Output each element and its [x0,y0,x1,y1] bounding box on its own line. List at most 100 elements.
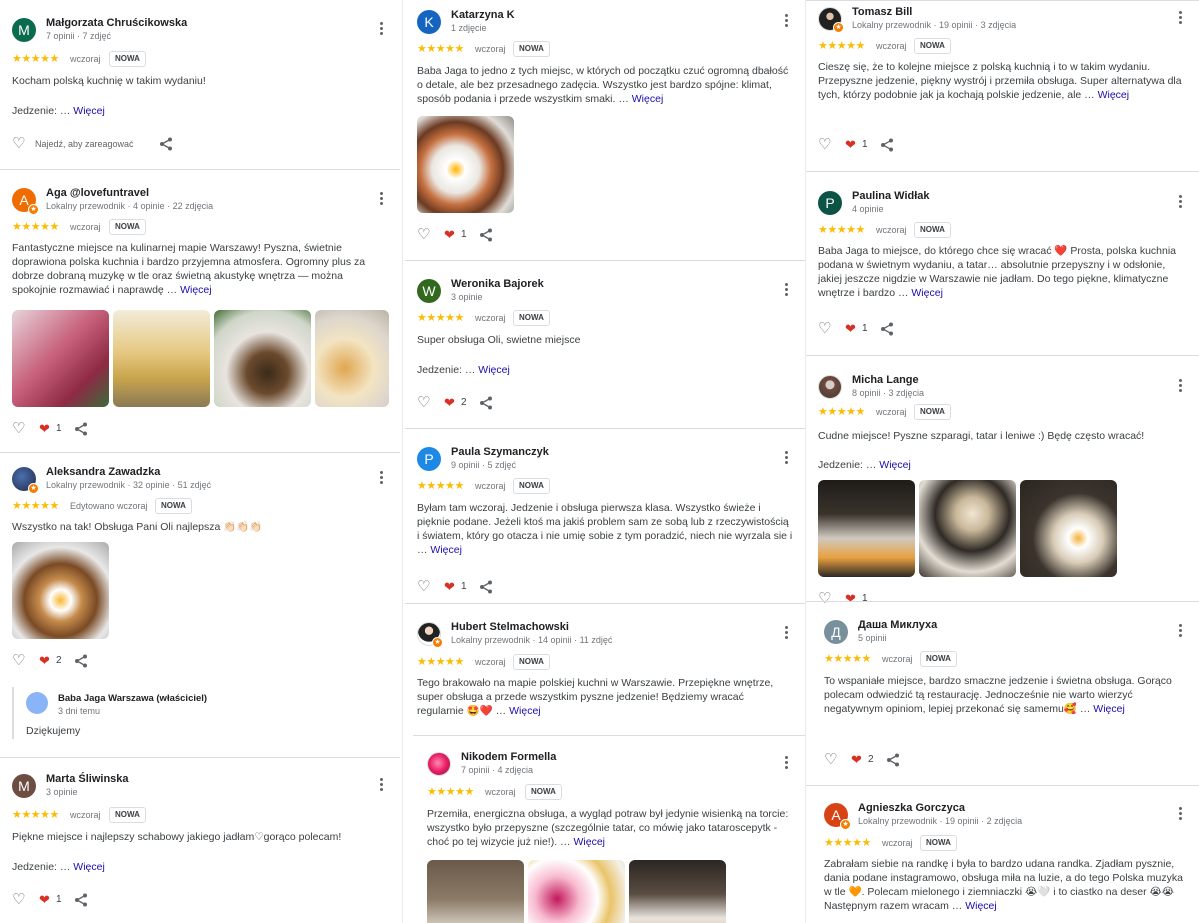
avatar[interactable]: K [417,10,441,34]
reviewer-name[interactable]: Nikodem Formella [461,751,556,763]
heart-reaction-icon: ❤ [444,227,455,242]
like-heart-icon[interactable]: ♡ [12,892,25,908]
more-link[interactable]: Więcej [965,900,997,912]
reviewer-name[interactable]: Marta Śliwinska [46,773,129,785]
more-link[interactable]: Więcej [1093,703,1125,715]
more-link[interactable]: Więcej [911,287,943,299]
reviewer-name[interactable]: Małgorzata Chruścikowska [46,17,187,29]
share-icon[interactable] [159,137,173,151]
avatar[interactable]: ★ [818,7,844,33]
review-actions: ♡ ❤ 1 [818,321,1018,339]
avatar[interactable] [427,752,451,776]
more-link[interactable]: Więcej [180,284,212,296]
star-rating: ★★★★★ [818,40,865,52]
more-options-icon[interactable] [779,12,793,30]
reviewer-meta: 4 opinie [852,204,884,214]
avatar[interactable]: ★ [12,467,39,494]
like-heart-icon[interactable]: ♡ [417,395,430,411]
reviewer-name[interactable]: Katarzyna K [451,9,515,21]
avatar[interactable] [818,375,842,399]
avatar[interactable]: M [12,774,36,798]
owner-reply-text: Dziękujemy [26,725,81,737]
reviewer-name[interactable]: Agnieszka Gorczyca [858,802,965,814]
reviewer-name[interactable]: Micha Lange [852,374,919,386]
review-photo[interactable] [1020,480,1117,577]
more-options-icon[interactable] [374,190,388,208]
more-options-icon[interactable] [1173,193,1187,211]
more-options-icon[interactable] [779,754,793,772]
review-photos [12,542,113,639]
reviewer-name[interactable]: Aga @lovefuntravel [46,187,149,199]
avatar[interactable]: A ★ [824,803,851,830]
reviewer-name[interactable]: Weronika Bajorek [451,278,544,290]
avatar[interactable]: A ★ [12,188,39,215]
owner-name: Baba Jaga Warszawa (właściciel) [58,693,208,704]
review-photo[interactable] [315,310,389,407]
review-photo[interactable] [12,542,109,639]
share-icon[interactable] [880,322,894,336]
share-icon[interactable] [74,422,88,436]
review-photo[interactable] [427,860,524,923]
like-heart-icon[interactable]: ♡ [824,752,837,768]
review-photo[interactable] [629,860,726,923]
like-heart-icon[interactable]: ♡ [12,421,25,437]
new-badge: NOWA [513,478,550,494]
more-options-icon[interactable] [374,20,388,38]
like-heart-icon[interactable]: ♡ [12,653,25,669]
avatar[interactable]: P [818,191,842,215]
more-options-icon[interactable] [779,624,793,642]
more-link[interactable]: Więcej [573,836,605,848]
reviewer-name[interactable]: Paulina Widłak [852,190,930,202]
review-header: ★ Tomasz Bill Lokalny przewodnik · 19 op… [818,5,1187,35]
more-link[interactable]: Więcej [73,105,105,117]
share-icon[interactable] [880,138,894,152]
avatar[interactable]: M [12,18,36,42]
review-photo[interactable] [12,310,109,407]
reviewer-name[interactable]: Paula Szymanczyk [451,446,549,458]
share-icon[interactable] [886,753,900,767]
more-options-icon[interactable] [374,776,388,794]
reviewer-name[interactable]: Hubert Stelmachowski [451,621,569,633]
share-icon[interactable] [74,654,88,668]
more-link[interactable]: Więcej [632,93,664,105]
more-options-icon[interactable] [779,449,793,467]
more-options-icon[interactable] [779,281,793,299]
like-heart-icon[interactable]: ♡ [818,321,831,337]
like-heart-icon[interactable]: ♡ [818,137,831,153]
more-link[interactable]: Więcej [509,705,541,717]
share-icon[interactable] [479,396,493,410]
avatar[interactable]: P [417,447,441,471]
review-photo[interactable] [818,480,915,577]
share-icon[interactable] [74,893,88,907]
more-link[interactable]: Więcej [430,544,462,556]
like-heart-icon[interactable]: ♡ [417,227,430,243]
more-options-icon[interactable] [1173,9,1187,27]
avatar[interactable]: ★ [417,622,443,648]
more-link[interactable]: Więcej [1098,89,1130,101]
review-photos [12,310,393,407]
avatar[interactable]: Д [824,620,848,644]
more-options-icon[interactable] [1173,377,1187,395]
review-photo[interactable] [214,310,311,407]
like-heart-icon[interactable]: ♡ [12,136,25,152]
avatar[interactable]: W [417,279,441,303]
review-photo[interactable] [113,310,210,407]
reviewer-name[interactable]: Tomasz Bill [852,6,912,18]
share-icon[interactable] [479,228,493,242]
review-photo[interactable] [417,116,514,213]
more-options-icon[interactable] [1173,805,1187,823]
more-options-icon[interactable] [374,469,388,487]
heart-reaction-icon: ❤ [845,591,856,606]
more-link[interactable]: Więcej [478,364,510,376]
like-heart-icon[interactable]: ♡ [417,579,430,595]
like-heart-icon[interactable]: ♡ [818,591,831,607]
review-photo[interactable] [528,860,625,923]
review-photo[interactable] [919,480,1016,577]
more-link[interactable]: Więcej [73,861,105,873]
share-icon[interactable] [479,580,493,594]
more-link[interactable]: Więcej [879,459,911,471]
more-options-icon[interactable] [1173,622,1187,640]
reviewer-name[interactable]: Даша Миклуха [858,619,937,631]
rating-row: ★★★★★ wczoraj NOWA [824,651,1187,669]
reviewer-name[interactable]: Aleksandra Zawadzka [46,466,160,478]
